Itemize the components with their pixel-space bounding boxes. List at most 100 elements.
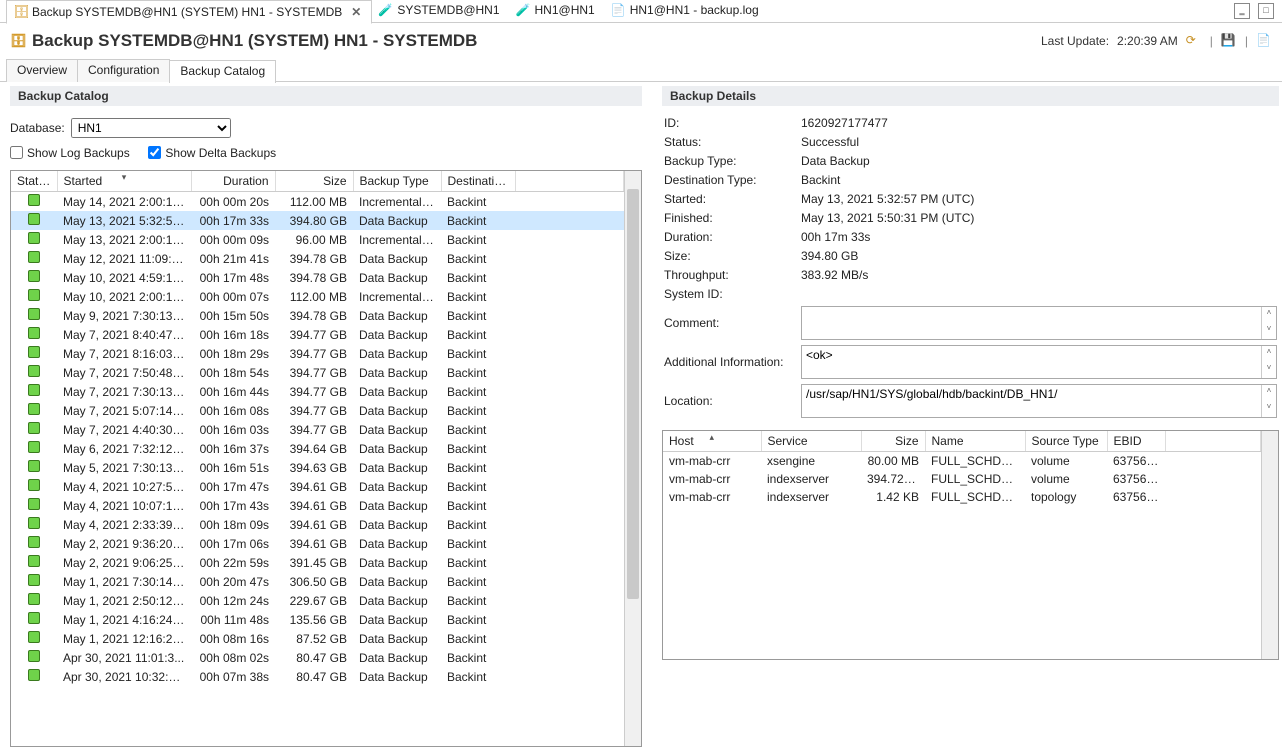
table-row[interactable]: May 1, 2021 4:16:24 ...00h 11m 48s135.56… [11,610,624,629]
minimize-icon[interactable]: ‗ [1234,3,1250,19]
tab-label: HN1@HN1 - backup.log [630,3,759,17]
detail-label: ID: [664,116,799,130]
table-row[interactable]: May 10, 2021 2:00:14...00h 00m 07s112.00… [11,287,624,306]
detail-value: Data Backup [801,154,1277,168]
column-header[interactable]: Duration [191,171,275,192]
column-header[interactable]: EBID [1107,431,1165,452]
table-row[interactable]: vm-mab-crrindexserver1.42 KBFULL_SCHD_d.… [663,488,1261,506]
column-header[interactable]: Size [861,431,925,452]
window-controls: ‗ □ [1234,3,1282,19]
tab-overview[interactable]: Overview [6,59,78,82]
host-table[interactable]: Host▴ServiceSizeNameSource TypeEBID vm-m… [662,430,1279,660]
status-ok-icon [28,384,40,396]
table-row[interactable]: May 7, 2021 8:16:03 ...00h 18m 29s394.77… [11,344,624,363]
detail-value: May 13, 2021 5:50:31 PM (UTC) [801,211,1277,225]
column-header[interactable]: Destinatio... [441,171,515,192]
table-row[interactable]: May 4, 2021 2:33:39 ...00h 18m 09s394.61… [11,515,624,534]
table-row[interactable]: May 7, 2021 8:40:47 ...00h 16m 18s394.77… [11,325,624,344]
scrollbar[interactable] [1261,431,1278,659]
status-ok-icon [28,194,40,206]
table-row[interactable]: May 10, 2021 4:59:10...00h 17m 48s394.78… [11,268,624,287]
detail-value: 00h 17m 33s [801,230,1277,244]
detail-value: 383.92 MB/s [801,268,1277,282]
table-row[interactable]: May 1, 2021 7:30:14 ...00h 20m 47s306.50… [11,572,624,591]
editor-tab[interactable]: 📄HN1@HN1 - backup.log [605,0,769,21]
tab-backup-catalog[interactable]: Backup Catalog [169,60,276,83]
status-ok-icon [28,403,40,415]
tab-configuration[interactable]: Configuration [77,59,170,82]
detail-label: Location: [664,394,799,408]
table-row[interactable]: May 5, 2021 7:30:13 ...00h 16m 51s394.63… [11,458,624,477]
detail-value: 394.80 GB [801,249,1277,263]
table-row[interactable]: May 1, 2021 12:16:21...00h 08m 16s87.52 … [11,629,624,648]
maximize-icon[interactable]: □ [1258,3,1274,19]
table-row[interactable]: May 7, 2021 7:50:48 ...00h 18m 54s394.77… [11,363,624,382]
refresh-icon[interactable]: ⟳ [1186,33,1202,49]
database-select[interactable]: HN1 [71,118,231,138]
loc-field[interactable]: ˄˅ [801,384,1277,418]
db-icon: 🗄 [13,5,27,19]
column-header[interactable]: Size [275,171,353,192]
editor-tab[interactable]: 🧪 SYSTEMDB@HN1 [372,0,509,21]
status-ok-icon [28,213,40,225]
tab-label: SYSTEMDB@HN1 [397,3,499,17]
column-header[interactable]: Started▾ [57,171,191,192]
catalog-header: Backup Catalog [10,86,642,106]
editor-tab[interactable]: 🧪HN1@HN1 [510,0,605,21]
open-icon[interactable]: 📄 [1256,33,1272,49]
status-ok-icon [28,612,40,624]
table-row[interactable]: May 7, 2021 4:40:30 ...00h 16m 03s394.77… [11,420,624,439]
table-row[interactable]: May 1, 2021 2:50:12 ...00h 12m 24s229.67… [11,591,624,610]
detail-value: Backint [801,173,1277,187]
table-row[interactable]: May 2, 2021 9:06:25 ...00h 22m 59s391.45… [11,553,624,572]
scrollbar[interactable] [624,171,641,746]
chevron-down-icon[interactable]: ˅ [1262,323,1276,339]
detail-label: System ID: [664,287,799,301]
show-log-backups-checkbox[interactable]: Show Log Backups [10,146,130,160]
chevron-up-icon[interactable]: ˄ [1262,385,1276,401]
table-row[interactable]: vm-mab-crrindexserver394.72 GBFULL_SCHD_… [663,470,1261,488]
status-ok-icon [28,555,40,567]
chevron-up-icon[interactable]: ˄ [1262,307,1276,323]
status-ok-icon [28,422,40,434]
table-row[interactable]: Apr 30, 2021 10:32:1...00h 07m 38s80.47 … [11,667,624,686]
table-row[interactable]: May 13, 2021 5:32:57...00h 17m 33s394.80… [11,211,624,230]
table-row[interactable]: May 14, 2021 2:00:13...00h 00m 20s112.00… [11,192,624,212]
table-row[interactable]: vm-mab-crrxsengine80.00 MBFULL_SCHD_d...… [663,452,1261,471]
catalog-table[interactable]: StatusStarted▾DurationSizeBackup TypeDes… [10,170,642,747]
table-row[interactable]: May 2, 2021 9:36:20 ...00h 17m 06s394.61… [11,534,624,553]
detail-value: 1620927177477 [801,116,1277,130]
table-row[interactable]: May 6, 2021 7:32:12 ...00h 16m 37s394.64… [11,439,624,458]
table-row[interactable]: May 4, 2021 10:07:13...00h 17m 43s394.61… [11,496,624,515]
chevron-down-icon[interactable]: ˅ [1262,401,1276,417]
show-delta-backups-checkbox[interactable]: Show Delta Backups [148,146,276,160]
tab-label: Backup SYSTEMDB@HN1 (SYSTEM) HN1 - SYSTE… [32,5,342,19]
addinfo-field[interactable]: ˄˅ [801,345,1277,379]
column-header[interactable]: Backup Type [353,171,441,192]
column-header[interactable]: Status [11,171,57,192]
column-header[interactable]: Name [925,431,1025,452]
status-ok-icon [28,327,40,339]
editor-tab[interactable]: 🗄 Backup SYSTEMDB@HN1 (SYSTEM) HN1 - SYST… [6,0,372,24]
table-row[interactable]: Apr 30, 2021 11:01:3...00h 08m 02s80.47 … [11,648,624,667]
table-row[interactable]: May 12, 2021 11:09:5...00h 21m 41s394.78… [11,249,624,268]
column-header[interactable]: Source Type [1025,431,1107,452]
table-row[interactable]: May 4, 2021 10:27:57...00h 17m 47s394.61… [11,477,624,496]
page-tabs: OverviewConfigurationBackup Catalog [0,59,1282,82]
chevron-up-icon[interactable]: ˄ [1262,346,1276,362]
backup-details-pane: Backup Details ID:1620927177477Status:Su… [648,82,1282,751]
table-row[interactable]: May 7, 2021 7:30:13 ...00h 16m 44s394.77… [11,382,624,401]
database-label: Database: [10,121,65,135]
close-icon[interactable]: ✕ [351,5,361,19]
table-row[interactable]: May 7, 2021 5:07:14 ...00h 16m 08s394.77… [11,401,624,420]
column-header[interactable]: Host▴ [663,431,761,452]
table-row[interactable]: May 13, 2021 2:00:13...00h 00m 09s96.00 … [11,230,624,249]
chevron-down-icon[interactable]: ˅ [1262,362,1276,378]
flask-icon: 🧪 [378,3,392,17]
comment-field[interactable]: ˄˅ [801,306,1277,340]
column-header[interactable]: Service [761,431,861,452]
table-row[interactable]: May 9, 2021 7:30:13 ...00h 15m 50s394.78… [11,306,624,325]
save-icon[interactable]: 💾 [1221,33,1237,49]
status-ok-icon [28,650,40,662]
sort-asc-icon: ▴ [709,432,714,443]
